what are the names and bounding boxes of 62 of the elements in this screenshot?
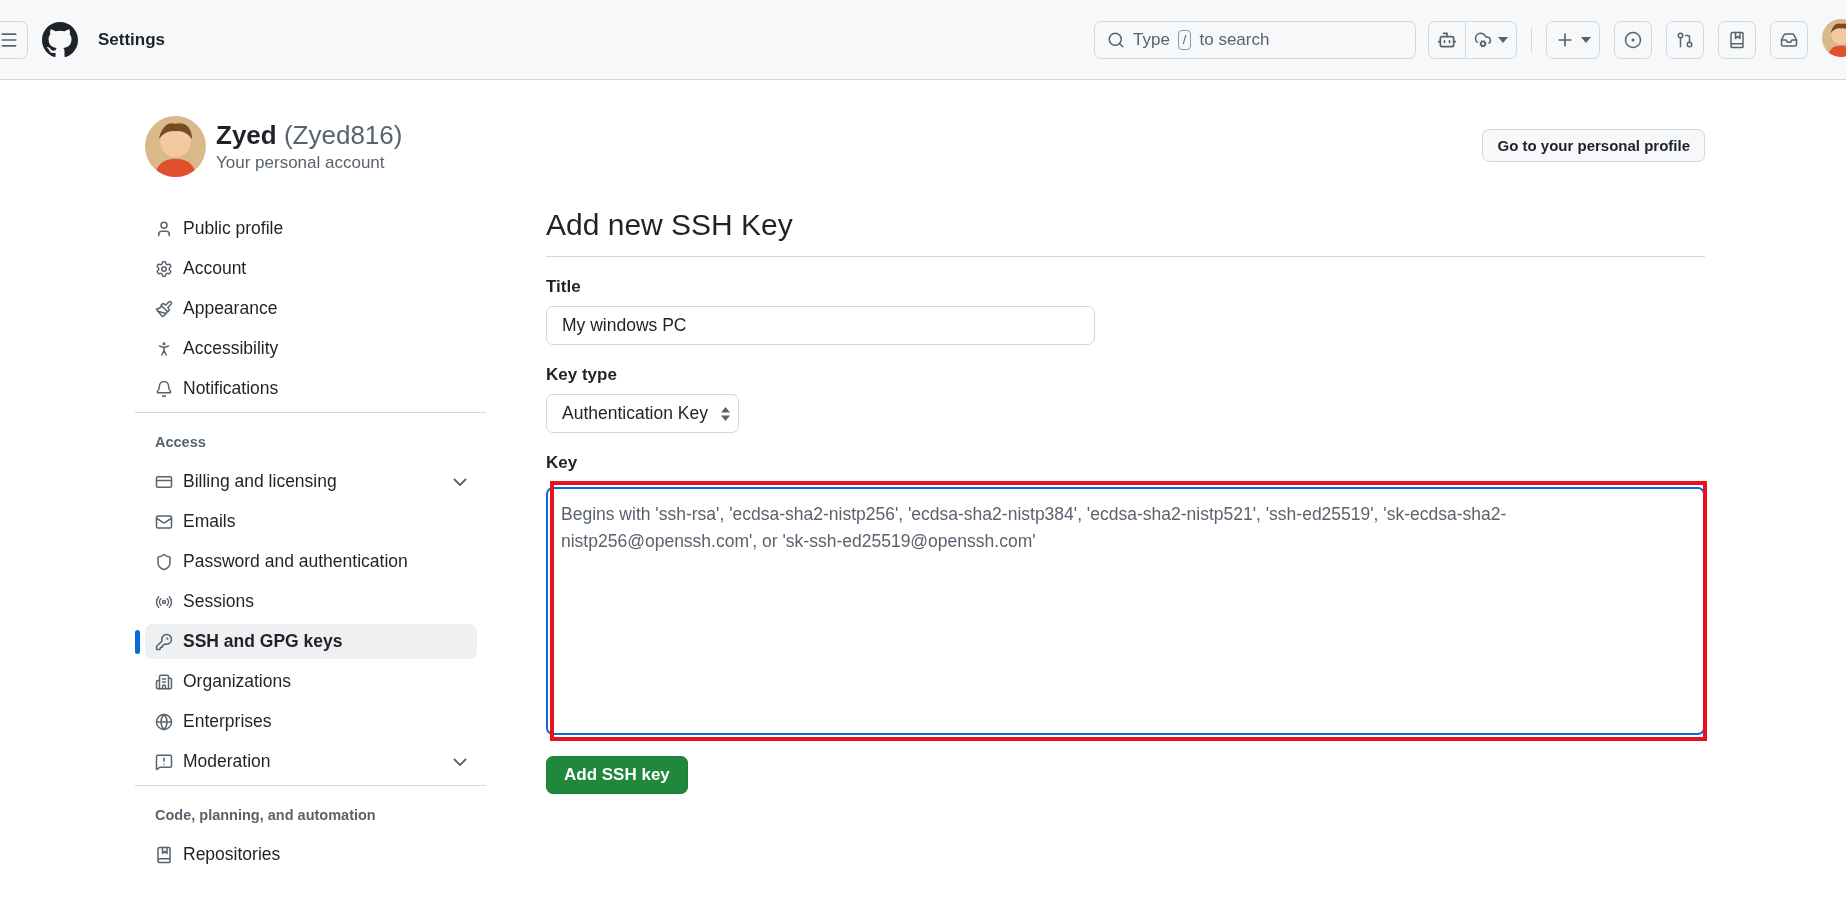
sidebar-item[interactable]: Accessibility — [145, 331, 477, 366]
search-icon — [1107, 30, 1125, 49]
sidebar-item[interactable]: Sessions — [145, 584, 477, 619]
create-menu-button[interactable] — [1546, 20, 1600, 59]
inbox-button[interactable] — [1770, 20, 1808, 59]
globe-icon — [155, 712, 173, 731]
key-type-select[interactable]: Authentication Key — [546, 394, 739, 433]
issues-button[interactable] — [1614, 20, 1652, 59]
up-down-icon — [721, 406, 730, 421]
gear-icon — [155, 259, 173, 278]
page-title: Settings — [98, 29, 166, 50]
pull-requests-button[interactable] — [1666, 20, 1704, 59]
field-label: Title — [546, 277, 582, 297]
sidebar-item[interactable]: Billing and licensing — [145, 464, 477, 499]
avatar — [145, 116, 206, 177]
form-heading: Add new SSH Key — [546, 208, 1705, 257]
menu-button[interactable] — [0, 20, 28, 59]
account-name: Zyed (Zyed816) — [216, 120, 403, 151]
section-heading: Code, planning, and automation — [154, 806, 377, 825]
copilot-button[interactable] — [1428, 20, 1466, 59]
key-field[interactable]: Begins with 'ssh-rsa', 'ecdsa-sha2-nistp256', 'ecdsa-sha2-nistp384', 'ecdsa-sha2-nistp521', 'ssh-ed25519', 'sk-ecdsa-sha2-nistp256@openssh.com', or 'sk-ssh-ed25519@openssh.com' — [546, 487, 1705, 735]
brush-icon — [155, 299, 173, 318]
sidebar-item[interactable]: Repositories — [145, 837, 477, 872]
add-key-button[interactable]: Add SSH key — [546, 756, 688, 794]
search-field[interactable]: Type / to search — [1094, 20, 1416, 59]
search-placeholder: Type — [1133, 29, 1170, 50]
inbox-icon — [1780, 30, 1798, 49]
field-label: Key — [546, 453, 579, 473]
sidebar-item[interactable]: Appearance — [145, 291, 477, 326]
cloud-menu-button[interactable] — [1466, 20, 1517, 59]
bell-icon — [155, 379, 173, 398]
account-subtitle: Your personal account — [216, 153, 386, 173]
search-placeholder: to search — [1199, 29, 1270, 50]
book-icon — [1728, 30, 1746, 49]
building-icon — [155, 672, 173, 691]
person-icon — [155, 219, 173, 238]
sidebar-item[interactable]: Notifications — [145, 371, 477, 406]
sidebar-item[interactable]: Public profile — [145, 211, 477, 246]
sidebar-item[interactable]: Emails — [145, 504, 477, 539]
field-label: Key type — [546, 365, 618, 385]
mail-icon — [155, 512, 173, 531]
sidebar-item[interactable]: Password and authentication — [145, 544, 477, 579]
repositories-button[interactable] — [1718, 20, 1756, 59]
caret-icon — [1581, 36, 1591, 43]
caret-icon — [1498, 36, 1508, 43]
title-field[interactable]: My windows PC — [546, 306, 1095, 345]
sidebar-item[interactable]: SSH and GPG keys — [145, 624, 477, 659]
key-icon — [155, 632, 173, 651]
cloud-icon — [1474, 30, 1492, 49]
book-icon — [155, 845, 173, 864]
sidebar-item[interactable]: Moderation — [145, 744, 477, 779]
report-icon — [155, 752, 173, 771]
section-heading: Access — [154, 433, 207, 452]
octocat-logo[interactable] — [42, 21, 78, 58]
profile-button[interactable]: Go to your personal profile — [1482, 129, 1705, 162]
sidebar-item[interactable]: Account — [145, 251, 477, 286]
circle-dot-icon — [1624, 30, 1642, 49]
shield-icon — [155, 552, 173, 571]
pull-request-icon — [1676, 30, 1694, 49]
sidebar-item[interactable]: Enterprises — [145, 704, 477, 739]
sidebar-item[interactable]: Organizations — [145, 664, 477, 699]
shortcut-key: / — [1177, 29, 1192, 50]
